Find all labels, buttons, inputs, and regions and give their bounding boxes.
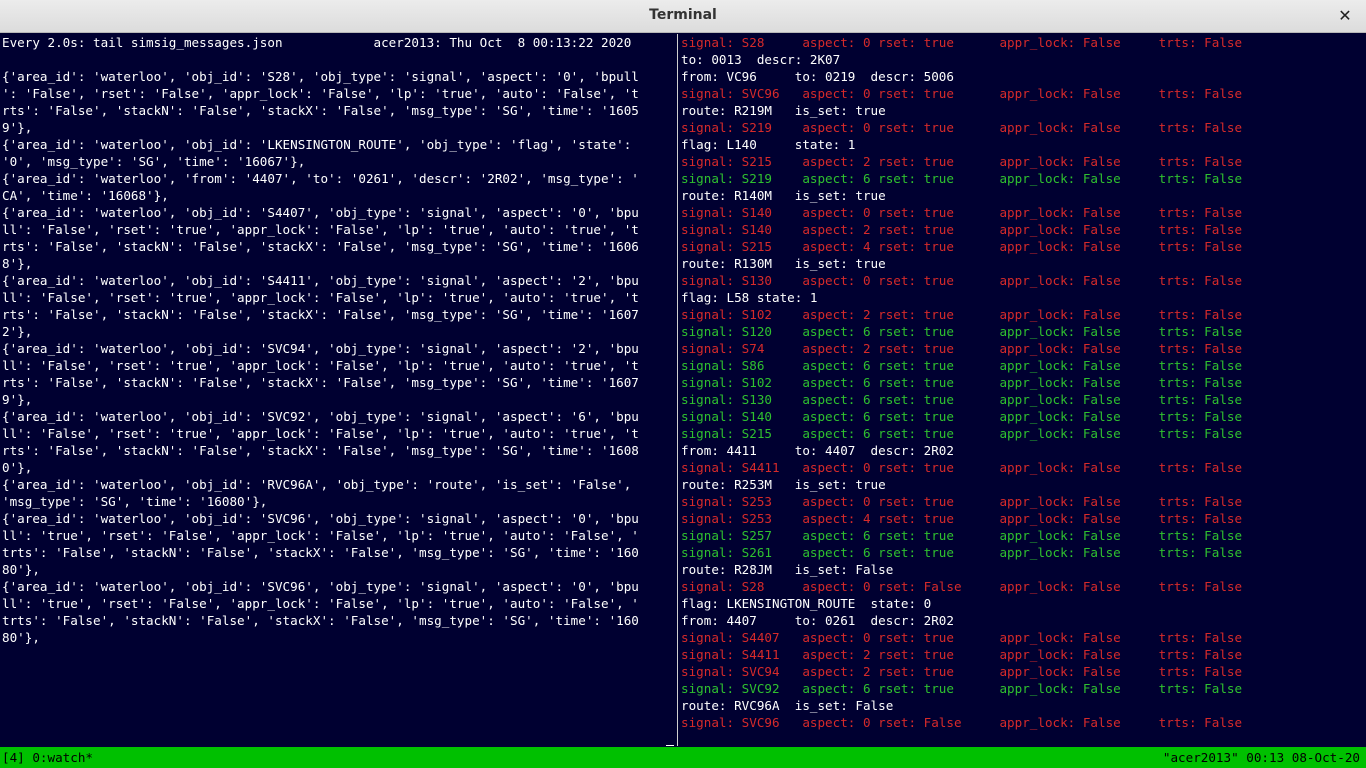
json-output-line: 8'}, <box>2 256 33 271</box>
log-line: flag: L58 state: 1 <box>681 290 818 305</box>
log-line: from: 4411 to: 4407 descr: 2R02 <box>681 443 954 458</box>
log-line: signal: S219 aspect: 0 rset: true appr_l… <box>681 120 1243 135</box>
log-line: signal: S28 aspect: 0 rset: true appr_lo… <box>681 35 1243 50</box>
json-output-line: 80'}, <box>2 562 40 577</box>
log-line: signal: S253 aspect: 4 rset: true appr_l… <box>681 511 1243 526</box>
json-output-line: ll': 'true', 'rset': 'False', 'appr_lock… <box>2 528 639 543</box>
log-line: signal: S102 aspect: 2 rset: true appr_l… <box>681 307 1243 322</box>
log-line: signal: S4411 aspect: 2 rset: true appr_… <box>681 647 1243 662</box>
log-line: signal: S140 aspect: 0 rset: true appr_l… <box>681 205 1243 220</box>
log-line: signal: SVC96 aspect: 0 rset: False appr… <box>681 715 1243 730</box>
json-output-line: rts': 'False', 'stackN': 'False', 'stack… <box>2 239 639 254</box>
json-output-line: 2'}, <box>2 324 33 339</box>
log-line: route: R140M is_set: true <box>681 188 886 203</box>
signal-log-pane[interactable]: signal: S28 aspect: 0 rset: true appr_lo… <box>679 34 1366 746</box>
log-line: signal: S215 aspect: 4 rset: true appr_l… <box>681 239 1243 254</box>
log-line: signal: SVC94 aspect: 2 rset: true appr_… <box>681 664 1243 679</box>
json-output-line: rts': 'False', 'stackN': 'False', 'stack… <box>2 307 639 322</box>
json-output-line: {'area_id': 'waterloo', 'obj_id': 'LKENS… <box>2 137 632 152</box>
log-line: route: R253M is_set: true <box>681 477 886 492</box>
log-line: signal: S253 aspect: 0 rset: true appr_l… <box>681 494 1243 509</box>
terminal-cursor <box>666 745 674 746</box>
json-output-line: '0', 'msg_type': 'SG', 'time': '16067'}, <box>2 154 306 169</box>
json-output-line: ': 'False', 'rset': 'False', 'appr_lock'… <box>2 86 639 101</box>
json-output-line: 80'}, <box>2 630 40 645</box>
json-output-line <box>0 51 677 68</box>
json-output-line: 0'}, <box>2 460 33 475</box>
json-output-line: ll': 'False', 'rset': 'true', 'appr_lock… <box>2 290 639 305</box>
json-output-line: {'area_id': 'waterloo', 'obj_id': 'SVC92… <box>2 409 639 424</box>
window-title: Terminal <box>649 7 717 23</box>
json-output-line: 9'}, <box>2 392 33 407</box>
tmux-host-clock: "acer2013" 00:13 08-Oct-20 <box>1162 750 1360 765</box>
json-output-line: ll': 'False', 'rset': 'true', 'appr_lock… <box>2 426 639 441</box>
log-line: signal: S140 aspect: 6 rset: true appr_l… <box>681 409 1243 424</box>
log-line: to: 0013 descr: 2K07 <box>681 52 841 67</box>
json-output-line: trts': 'False', 'stackN': 'False', 'stac… <box>2 545 639 560</box>
json-output-line: {'area_id': 'waterloo', 'obj_id': 'SVC94… <box>2 341 639 356</box>
log-line: route: R130M is_set: true <box>681 256 886 271</box>
log-line: signal: S130 aspect: 6 rset: true appr_l… <box>681 392 1243 407</box>
json-output-line: ll': 'true', 'rset': 'False', 'appr_lock… <box>2 596 639 611</box>
log-line: signal: S219 aspect: 6 rset: true appr_l… <box>681 171 1243 186</box>
watch-header-line: Every 2.0s: tail simsig_messages.json ac… <box>2 35 632 50</box>
json-output-line: 'msg_type': 'SG', 'time': '16080'}, <box>2 494 268 509</box>
log-line: signal: S215 aspect: 2 rset: true appr_l… <box>681 154 1243 169</box>
watch-output-pane[interactable]: Every 2.0s: tail simsig_messages.json ac… <box>0 34 677 746</box>
log-line: signal: SVC96 aspect: 0 rset: true appr_… <box>681 86 1243 101</box>
json-output-line: trts': 'False', 'stackN': 'False', 'stac… <box>2 613 639 628</box>
log-line: from: VC96 to: 0219 descr: 5006 <box>681 69 954 84</box>
json-output-line: {'area_id': 'waterloo', 'obj_id': 'SVC96… <box>2 511 639 526</box>
json-output-line: {'area_id': 'waterloo', 'obj_id': 'RVC96… <box>2 477 632 492</box>
log-line: signal: S130 aspect: 0 rset: true appr_l… <box>681 273 1243 288</box>
json-output-line: {'area_id': 'waterloo', 'obj_id': 'S28',… <box>2 69 639 84</box>
log-line: signal: S257 aspect: 6 rset: true appr_l… <box>681 528 1243 543</box>
log-line: from: 4407 to: 0261 descr: 2R02 <box>681 613 954 628</box>
log-line: signal: S140 aspect: 2 rset: true appr_l… <box>681 222 1243 237</box>
json-output-line: rts': 'False', 'stackN': 'False', 'stack… <box>2 103 639 118</box>
log-line: flag: L140 state: 1 <box>681 137 856 152</box>
log-line: signal: S102 aspect: 6 rset: true appr_l… <box>681 375 1243 390</box>
window-titlebar[interactable]: Terminal ✕ <box>0 0 1366 33</box>
pane-divider[interactable] <box>677 34 678 746</box>
json-output-line: 9'}, <box>2 120 33 135</box>
log-line: signal: S261 aspect: 6 rset: true appr_l… <box>681 545 1243 560</box>
json-output-line: ll': 'False', 'rset': 'true', 'appr_lock… <box>2 222 639 237</box>
json-output-line: rts': 'False', 'stackN': 'False', 'stack… <box>2 375 639 390</box>
log-line: signal: S28 aspect: 0 rset: False appr_l… <box>681 579 1243 594</box>
json-output-line: CA', 'time': '16068'}, <box>2 188 169 203</box>
log-line: signal: S74 aspect: 2 rset: true appr_lo… <box>681 341 1243 356</box>
log-line: flag: LKENSINGTON_ROUTE state: 0 <box>681 596 932 611</box>
log-line: signal: S120 aspect: 6 rset: true appr_l… <box>681 324 1243 339</box>
log-line: route: R219M is_set: true <box>681 103 886 118</box>
json-output-line: ll': 'False', 'rset': 'true', 'appr_lock… <box>2 358 639 373</box>
tmux-status-bar: [4] 0:watch* "acer2013" 00:13 08-Oct-20 <box>0 747 1366 768</box>
close-icon[interactable]: ✕ <box>1334 4 1356 28</box>
tmux-window-list[interactable]: [4] 0:watch* <box>2 747 93 768</box>
log-line: route: R28JM is_set: False <box>681 562 894 577</box>
log-line: signal: S86 aspect: 6 rset: true appr_lo… <box>681 358 1243 373</box>
log-line: signal: S4411 aspect: 0 rset: true appr_… <box>681 460 1243 475</box>
json-output-line: {'area_id': 'waterloo', 'obj_id': 'S4407… <box>2 205 639 220</box>
log-line: route: RVC96A is_set: False <box>681 698 894 713</box>
log-line: signal: S215 aspect: 6 rset: true appr_l… <box>681 426 1243 441</box>
json-output-line: rts': 'False', 'stackN': 'False', 'stack… <box>2 443 639 458</box>
json-output-line: {'area_id': 'waterloo', 'obj_id': 'SVC96… <box>2 579 639 594</box>
json-output-line: {'area_id': 'waterloo', 'from': '4407', … <box>2 171 639 186</box>
log-line: signal: SVC92 aspect: 6 rset: true appr_… <box>681 681 1243 696</box>
json-output-line: {'area_id': 'waterloo', 'obj_id': 'S4411… <box>2 273 639 288</box>
log-line: signal: S4407 aspect: 0 rset: true appr_… <box>681 630 1243 645</box>
